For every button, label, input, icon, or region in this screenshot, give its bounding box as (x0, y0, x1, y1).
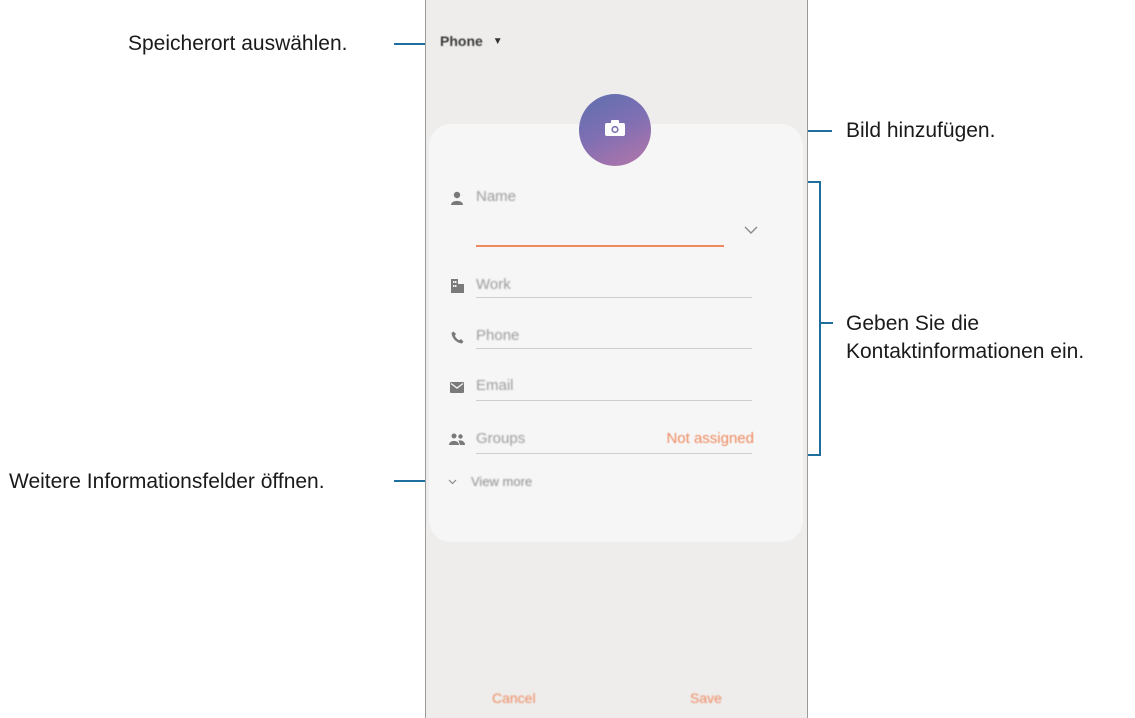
name-placeholder: Name (476, 188, 517, 205)
email-field[interactable]: Email (426, 377, 807, 401)
phone-placeholder: Phone (476, 327, 520, 344)
phone-number-field[interactable]: Phone (426, 327, 807, 351)
email-placeholder: Email (476, 377, 514, 394)
groups-underline (476, 453, 752, 454)
callout-more-fields: Weitere Informationsfelder öffnen. (9, 470, 325, 493)
group-icon (448, 431, 466, 447)
callout-storage: Speicherort auswählen. (128, 32, 348, 55)
mail-icon (448, 379, 466, 395)
storage-location-selector[interactable]: Phone ▼ (440, 33, 503, 49)
callout-info-line1: Geben Sie die (846, 312, 980, 335)
expand-name-chevron-icon[interactable] (744, 222, 758, 240)
add-picture-button[interactable] (579, 94, 651, 166)
leader-info-bracket-vertical (819, 181, 821, 456)
phone-icon (448, 329, 466, 345)
building-icon (448, 278, 466, 294)
callout-picture: Bild hinzufügen. (846, 119, 996, 142)
caret-down-icon: ▼ (492, 35, 503, 47)
chevron-down-icon (448, 472, 457, 490)
view-more-label: View more (471, 473, 533, 489)
name-field-underline (476, 245, 724, 247)
callout-info-line2: Kontaktinformationen ein. (846, 340, 1085, 363)
work-underline (476, 297, 752, 298)
work-placeholder: Work (476, 276, 511, 293)
work-field[interactable]: Work (426, 276, 807, 300)
name-field[interactable]: Name (426, 186, 807, 250)
storage-location-label: Phone (440, 33, 483, 49)
leader-info-tick (819, 322, 833, 324)
phone-underline (476, 348, 752, 349)
view-more-button[interactable]: View more (448, 472, 532, 490)
phone-screen: Phone ▼ Name Work Phone Email Groups Not… (425, 0, 808, 718)
groups-field[interactable]: Groups Not assigned (426, 429, 807, 455)
groups-value: Not assigned (666, 430, 754, 447)
camera-icon (605, 119, 625, 141)
groups-label: Groups (476, 430, 526, 447)
person-icon (448, 190, 466, 206)
email-underline (476, 400, 752, 401)
save-button[interactable]: Save (690, 690, 722, 706)
cancel-button[interactable]: Cancel (492, 690, 536, 706)
